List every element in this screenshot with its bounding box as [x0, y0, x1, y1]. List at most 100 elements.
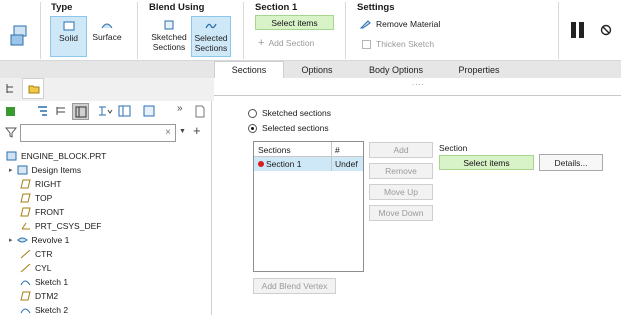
tree-item-front[interactable]: FRONT	[20, 205, 64, 218]
search-dropdown-chevron-icon[interactable]: ▼	[179, 128, 186, 135]
pause-icon	[571, 22, 584, 38]
add-section-button[interactable]: + Add Section	[258, 37, 314, 49]
datum-plane-icon	[20, 207, 31, 216]
details-button[interactable]: Details...	[539, 154, 603, 171]
ribbon-divider	[40, 2, 41, 59]
surface-button[interactable]: Surface	[89, 16, 125, 57]
tree-item-label: RIGHT	[35, 178, 62, 189]
remove-material-label: Remove Material	[376, 18, 441, 29]
model-tree-panel: » × ▼ + ENGINE_BLOCK.PRT ▸ Design Items …	[0, 101, 212, 315]
remove-material-toggle[interactable]: Remove Material	[360, 18, 440, 29]
tree-item-right[interactable]: RIGHT	[20, 177, 61, 190]
datum-axis-icon	[20, 263, 31, 272]
more-chevron-icon[interactable]: »	[177, 103, 183, 114]
table-header-sections: Sections	[258, 145, 291, 155]
expand-chevron-icon[interactable]: ▸	[9, 166, 13, 174]
add-filter-plus-icon[interactable]: +	[193, 123, 201, 138]
model-tree-tab-icon[interactable]	[5, 83, 16, 95]
expand-chevron-icon[interactable]: ▸	[9, 236, 13, 244]
section-select-items[interactable]: Select items	[255, 15, 334, 30]
selected-sections-label-2: Sections	[194, 43, 228, 53]
panel-grip-handle[interactable]: ....	[412, 78, 425, 87]
tab-body-options[interactable]: Body Options	[350, 61, 442, 78]
table-header-number: #	[335, 145, 340, 155]
folder-icon	[28, 85, 40, 94]
blend-using-group-label: Blend Using	[149, 2, 205, 13]
datum-plane-icon	[20, 193, 31, 202]
sketched-sections-button[interactable]: Sketched Sections	[148, 16, 190, 57]
tree-item-label: FRONT	[35, 206, 65, 217]
tree-root-item[interactable]: ENGINE_BLOCK.PRT	[6, 149, 106, 162]
tree-item-label: Revolve 1	[31, 234, 70, 245]
settings-group-label: Settings	[357, 2, 395, 13]
ribbon-divider	[243, 2, 244, 59]
tree-item-dtm2[interactable]: DTM2	[20, 289, 58, 302]
tree-item-cyl[interactable]: CYL	[20, 261, 52, 274]
ribbon-divider	[558, 2, 559, 59]
tree-item-label: CYL	[35, 262, 52, 273]
pause-button[interactable]	[568, 20, 588, 40]
tree-details-icon[interactable]	[143, 105, 155, 117]
thicken-sketch-checkbox[interactable]	[362, 39, 371, 49]
app-window: { "ribbon": { "type_group": {"label": "T…	[0, 0, 621, 315]
tree-item-ctr[interactable]: CTR	[20, 247, 52, 260]
add-button[interactable]: Add	[369, 142, 433, 158]
tree-item-label: Design Items	[31, 164, 82, 175]
surface-label: Surface	[92, 32, 122, 42]
tree-item-label: Sketch 2	[35, 304, 69, 315]
tree-item-label: TOP	[35, 192, 53, 203]
part-icon	[6, 151, 17, 160]
section-select-items-field[interactable]: Select items	[439, 155, 534, 170]
thicken-sketch-toggle[interactable]: Thicken Sketch	[362, 39, 434, 49]
radio-sketched-circle[interactable]	[248, 108, 257, 118]
tab-properties[interactable]: Properties	[442, 61, 516, 78]
table-header: Sections #	[254, 142, 363, 157]
selected-sections-label-1: Selected	[194, 33, 228, 43]
tree-settings-button[interactable]	[72, 103, 89, 120]
move-down-button[interactable]: Move Down	[369, 205, 433, 221]
layer-icon[interactable]	[5, 105, 16, 117]
clear-search-icon[interactable]: ×	[165, 127, 171, 138]
cancel-button[interactable]	[600, 24, 612, 36]
tree-filter-icon[interactable]	[36, 105, 49, 117]
selected-sections-icon	[205, 23, 217, 29]
table-row[interactable]: Section 1 Undef	[254, 157, 363, 171]
ribbon-divider	[137, 2, 138, 59]
solid-button[interactable]: Solid	[50, 16, 87, 57]
filter-funnel-icon[interactable]	[5, 127, 17, 138]
tree-search-input[interactable]: ×	[20, 124, 176, 142]
remove-button[interactable]: Remove	[369, 163, 433, 179]
panel-top-border	[214, 95, 621, 96]
ribbon-divider	[345, 2, 346, 59]
tree-item-top[interactable]: TOP	[20, 191, 52, 204]
tree-item-prt-csys-def[interactable]: PRT_CSYS_DEF	[20, 219, 101, 232]
tab-sections[interactable]: Sections	[214, 61, 284, 78]
add-blend-vertex-button[interactable]: Add Blend Vertex	[253, 278, 336, 294]
radio-selected-label: Selected sections	[262, 123, 329, 133]
tree-page-icon[interactable]	[194, 105, 206, 118]
selected-sections-button[interactable]: Selected Sections	[191, 16, 231, 57]
move-up-button[interactable]: Move Up	[369, 184, 433, 200]
tree-root-label: ENGINE_BLOCK.PRT	[21, 150, 107, 161]
sidebar-tab-strip	[0, 78, 214, 101]
solid-icon	[63, 21, 74, 31]
tree-settings-icon	[75, 106, 87, 118]
tab-options[interactable]: Options	[284, 61, 350, 78]
radio-selected-sections[interactable]: Selected sections	[248, 123, 329, 133]
tree-item-design-items[interactable]: ▸ Design Items	[9, 163, 81, 176]
type-group-label: Type	[51, 2, 73, 13]
solid-label: Solid	[59, 33, 78, 43]
radio-selected-circle[interactable]	[248, 123, 257, 133]
tree-grid-icon[interactable]	[118, 105, 131, 117]
show-tree-icon[interactable]	[97, 105, 113, 117]
folder-tab[interactable]	[22, 78, 44, 99]
tree-item-label: PRT_CSYS_DEF	[35, 220, 102, 231]
radio-sketched-sections[interactable]: Sketched sections	[248, 108, 331, 118]
tree-item-sketch-2[interactable]: Sketch 2	[20, 303, 68, 315]
datum-plane-icon	[20, 179, 31, 188]
tree-item-revolve-1[interactable]: ▸ Revolve 1	[9, 233, 69, 246]
sections-table: Sections # Section 1 Undef	[253, 141, 364, 272]
section-group-label: Section 1	[255, 2, 298, 13]
tree-item-sketch-1[interactable]: Sketch 1	[20, 275, 68, 288]
tree-columns-icon[interactable]	[55, 105, 68, 117]
